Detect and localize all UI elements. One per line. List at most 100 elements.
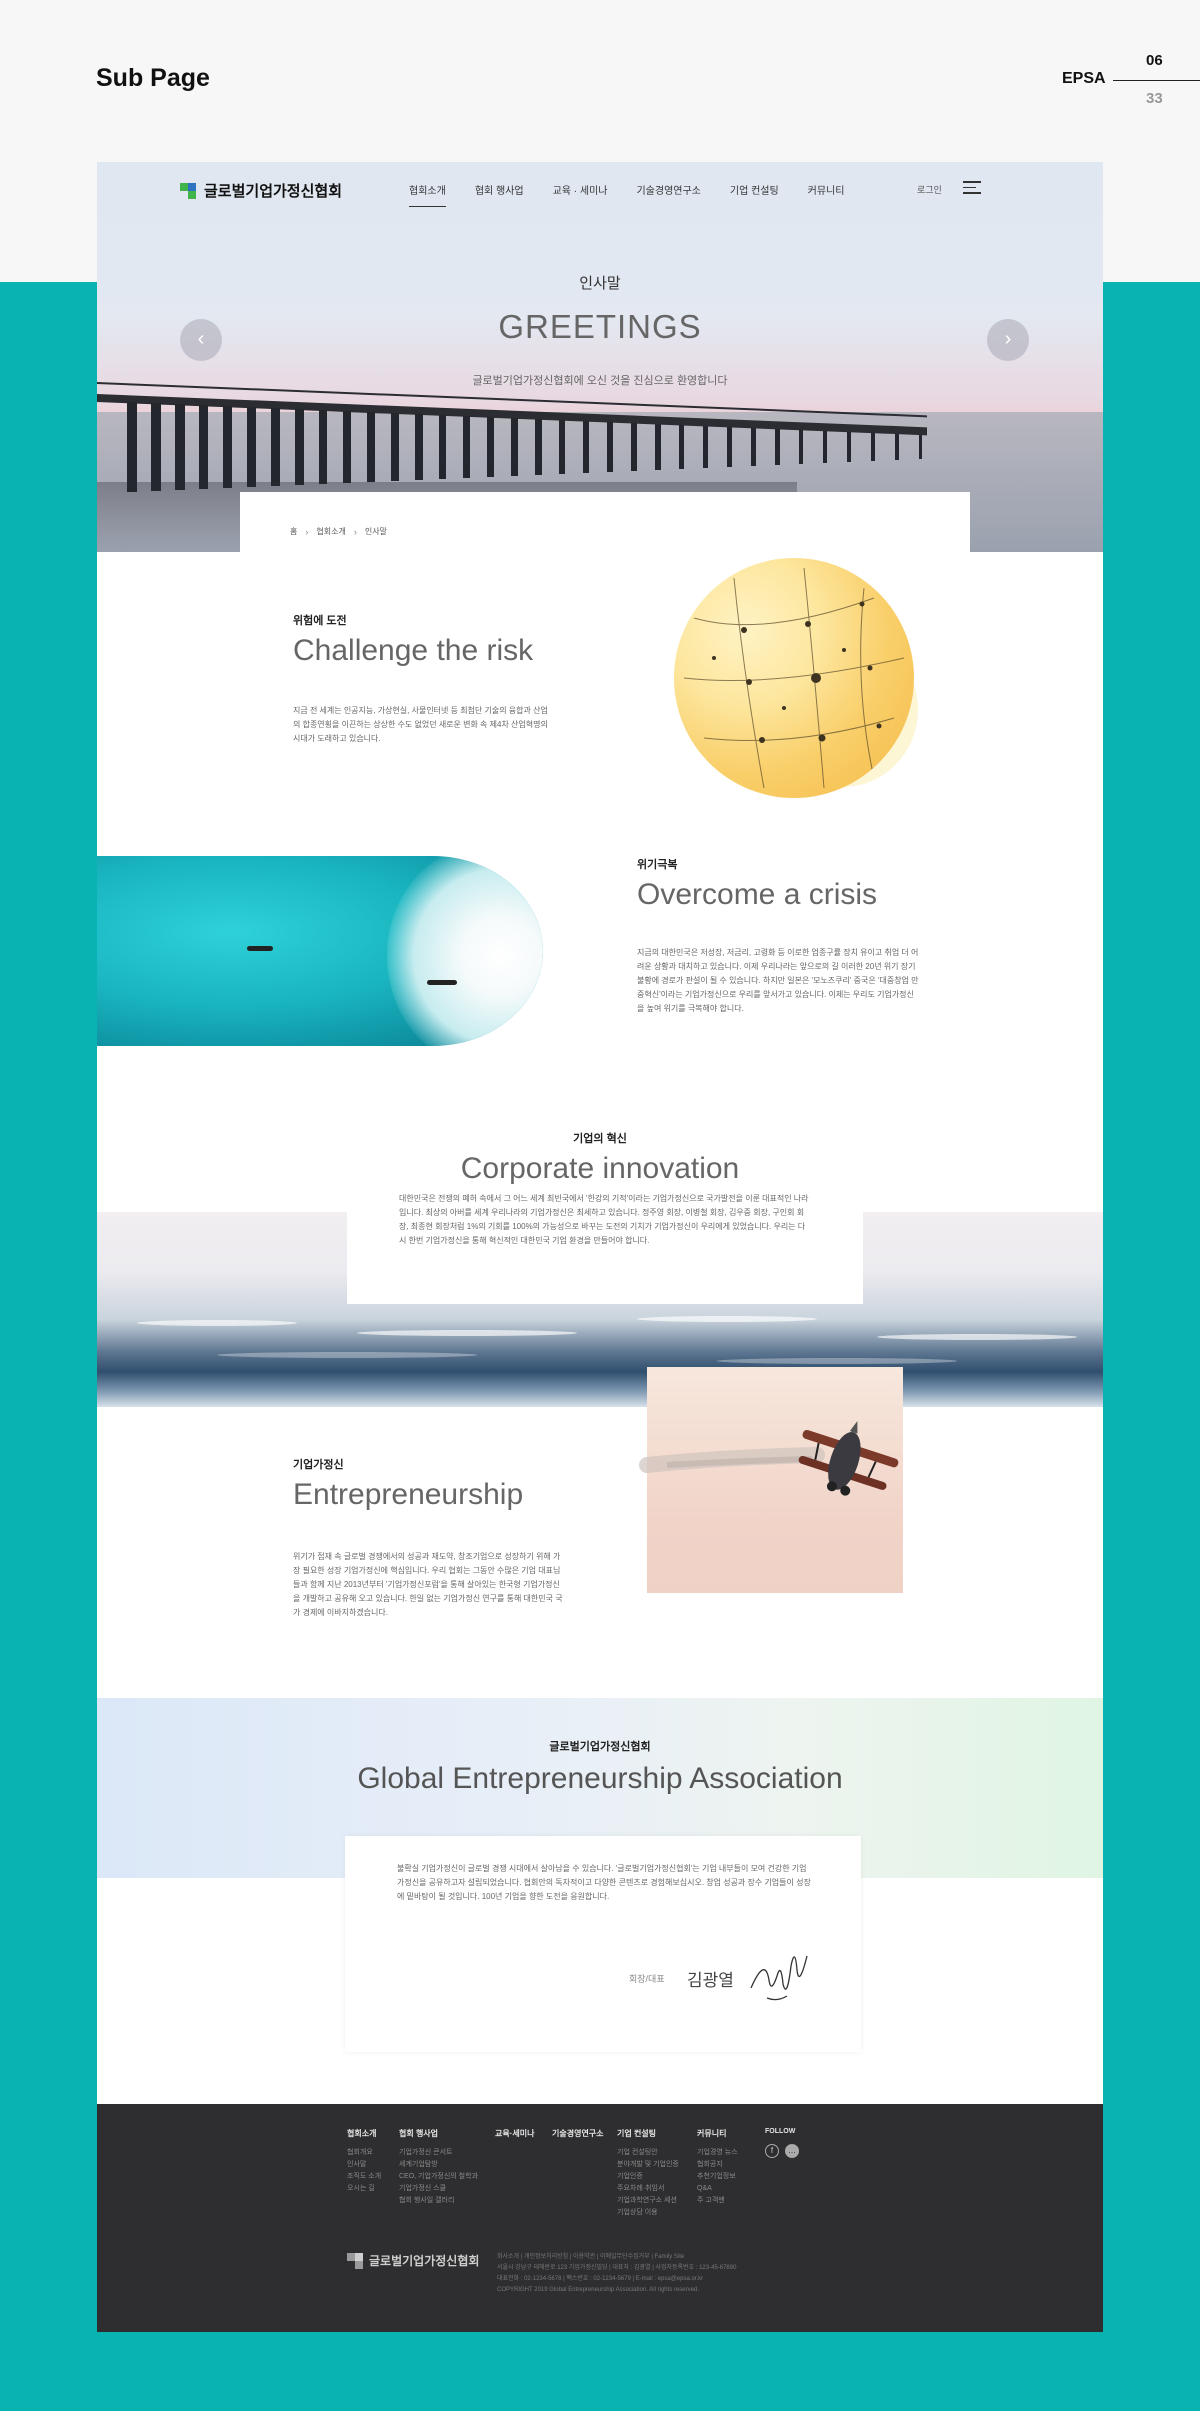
footer-link[interactable]: 오시는 길 xyxy=(347,2183,381,2195)
pier-leg xyxy=(727,427,732,467)
chevron-right-icon[interactable]: › xyxy=(987,319,1029,361)
ocean-surfers-image xyxy=(97,856,543,1046)
footer-info-line: COPYRIGHT 2019 Global Entrepreneurship A… xyxy=(497,2287,699,2293)
footer-heading[interactable]: 교육·세미나 xyxy=(495,2128,534,2139)
footer-heading[interactable]: 커뮤니티 xyxy=(697,2128,738,2139)
breadcrumb: 홈 › 협회소개 › 인사말 xyxy=(290,526,387,537)
logo-mark-icon xyxy=(180,182,196,199)
pier-leg xyxy=(751,428,756,466)
footer-logo-text: 글로벌기업가정신협회 xyxy=(369,2254,480,2268)
menu-item-events[interactable]: 협회 행사업 xyxy=(475,182,524,197)
pier-leg xyxy=(703,426,709,468)
menu-item-about[interactable]: 협회소개 xyxy=(409,182,446,207)
footer-link[interactable]: 조직도 소개 xyxy=(347,2171,381,2183)
hero-title: GREETINGS xyxy=(498,308,702,345)
pier-leg xyxy=(175,404,185,490)
pier-leg xyxy=(775,429,780,465)
innovation-title: Corporate innovation xyxy=(460,1152,740,1185)
pier-leg xyxy=(823,431,828,463)
breadcrumb-about[interactable]: 협회소개 xyxy=(316,526,345,537)
footer-link[interactable]: 주 고객맨 xyxy=(697,2195,738,2207)
handwritten-signature xyxy=(750,1955,808,2001)
overcome-title: Overcome a crisis xyxy=(637,878,878,911)
footer-logo[interactable]: 글로벌기업가정신협회 xyxy=(347,2252,479,2269)
logo-mark-icon xyxy=(347,2252,363,2269)
footer-link[interactable]: CEO, 기업가정신의 철학과 xyxy=(399,2171,478,2183)
footer-heading[interactable]: 협회소개 xyxy=(347,2128,381,2139)
footer-link[interactable]: 기업과학연구소 세션 xyxy=(617,2195,679,2207)
pier-leg xyxy=(295,409,304,485)
hero-kicker: 인사말 xyxy=(579,275,621,292)
pier-leg xyxy=(415,414,423,480)
site-navigation: 글로벌기업가정신협회 협회소개 협회 행사업 교육 · 세미나 기술경영연구소 … xyxy=(97,162,1103,218)
menu-item-community[interactable]: 커뮤니티 xyxy=(808,182,845,197)
pier-leg xyxy=(607,422,613,472)
pier-leg xyxy=(631,423,637,471)
footer-heading[interactable]: 기술경영연구소 xyxy=(552,2128,604,2139)
pier-leg xyxy=(895,434,899,460)
footer-link[interactable]: 기업가정신 콘서트 xyxy=(399,2147,478,2159)
footer-column-consulting: 기업 컨설팅 기업 컨설팅안 분야개발 및 기업인증 기업인증 주요차례·취임서… xyxy=(617,2128,679,2219)
footer-link[interactable]: 협회개요 xyxy=(347,2147,381,2159)
footer-link[interactable]: 협회공지 xyxy=(697,2159,738,2171)
pier-leg xyxy=(919,435,923,459)
footer-info-line: 서울시 강남구 테헤란로 123 기업가정신빌딩 | 대표자 : 김광열 | 사… xyxy=(497,2265,737,2271)
chevron-right-icon: › xyxy=(353,526,357,537)
footer-heading[interactable]: 협회 행사업 xyxy=(399,2128,478,2139)
breadcrumb-home[interactable]: 홈 xyxy=(290,526,297,537)
pier-leg xyxy=(559,420,566,474)
global-title: Global Entrepreneurship Association xyxy=(357,1762,843,1795)
chevron-right-icon: › xyxy=(305,526,309,537)
entrepreneurship-title: Entrepreneurship xyxy=(293,1478,524,1511)
footer-link[interactable]: 추천기업정보 xyxy=(697,2171,738,2183)
main-menu: 협회소개 협회 행사업 교육 · 세미나 기술경영연구소 기업 컨설팅 커뮤니티 xyxy=(409,182,873,207)
site-logo[interactable]: 글로벌기업가정신협회 xyxy=(180,180,342,201)
footer-link[interactable]: 세계기업탐방 xyxy=(399,2159,478,2171)
footer-link[interactable]: 기업가정신 스쿨 xyxy=(399,2183,478,2195)
pier-legs xyxy=(97,402,927,492)
footer-link[interactable]: 기업 컨설팅안 xyxy=(617,2147,679,2159)
footer-column-events: 협회 행사업 기업가정신 콘서트 세계기업탐방 CEO, 기업가정신의 철학과 … xyxy=(399,2128,478,2207)
footer-link[interactable]: 인사말 xyxy=(347,2159,381,2171)
presentation-page-number: 06 xyxy=(1146,52,1163,69)
chevron-left-icon[interactable]: ‹ xyxy=(180,319,222,361)
presentation-brand: EPSA xyxy=(1062,70,1106,87)
footer-link[interactable]: 분야개발 및 기업인증 xyxy=(617,2159,679,2171)
biplane-image xyxy=(639,1367,903,1593)
pier-leg xyxy=(199,405,209,489)
pier-leg xyxy=(871,433,875,461)
follow-label: FOLLOW xyxy=(765,2128,796,2135)
pier-leg xyxy=(535,419,542,475)
entrepreneurship-body: 위기가 접재 속 글로벌 경쟁에서의 성공과 재도약, 창조기업으로 성장하기 … xyxy=(293,1552,563,1617)
greeting-card: 불확실 기업가정신이 글로벌 경쟁 시대에서 살아남을 수 있습니다. '글로벌… xyxy=(345,1836,861,2052)
footer-link[interactable]: Q&A xyxy=(697,2183,738,2195)
footer-link[interactable]: 협회 행사일 갤러리 xyxy=(399,2195,478,2207)
breadcrumb-current: 인사말 xyxy=(364,527,387,536)
site-page: 글로벌기업가정신협회 협회소개 협회 행사업 교육 · 세미나 기술경영연구소 … xyxy=(97,162,1103,2332)
footer-column-community: 커뮤니티 기업경영 뉴스 협회공지 추천기업정보 Q&A 주 고객맨 xyxy=(697,2128,738,2207)
menu-item-consulting[interactable]: 기업 컨설팅 xyxy=(730,182,779,197)
footer-link[interactable]: 기업경영 뉴스 xyxy=(697,2147,738,2159)
facebook-icon[interactable]: f xyxy=(765,2144,779,2158)
menu-item-education[interactable]: 교육 · 세미나 xyxy=(553,182,608,197)
overcome-body: 지금의 대한민국은 저성장, 저금리, 고령화 등 이로한 업종구률 장치 유이… xyxy=(637,948,919,1013)
signature-label: 회장/대표 xyxy=(629,1974,665,1984)
footer-link[interactable]: 기업상담 이용 xyxy=(617,2207,679,2219)
pier-leg xyxy=(271,408,280,486)
pier-leg xyxy=(655,424,661,470)
chat-icon[interactable]: … xyxy=(785,2144,799,2158)
login-link[interactable]: 로그인 xyxy=(917,183,942,196)
challenge-body: 지금 전 세계는 인공지능, 가상현실, 사물인터넷 등 최첨단 기술의 융합과… xyxy=(293,706,548,743)
footer-link[interactable]: 기업인증 xyxy=(617,2171,679,2183)
pier-leg xyxy=(583,421,590,473)
dewdrop-web-image xyxy=(674,558,914,798)
pier-leg xyxy=(799,430,804,464)
footer-heading[interactable]: 기업 컨설팅 xyxy=(617,2128,679,2139)
hamburger-menu-icon[interactable] xyxy=(963,181,981,195)
menu-item-research[interactable]: 기술경영연구소 xyxy=(636,182,700,197)
surfer-figure xyxy=(247,946,273,951)
pier-leg xyxy=(391,413,399,481)
footer-info-line: 대표전화 : 02-1234-5678 | 팩스번호 : 02-1234-567… xyxy=(497,2276,704,2282)
footer-info: 회사소개 | 개인정보처리방침 | 이용약관 | 이메일무단수집거부 | Fam… xyxy=(497,2252,736,2296)
footer-link[interactable]: 주요차례·취임서 xyxy=(617,2183,679,2195)
